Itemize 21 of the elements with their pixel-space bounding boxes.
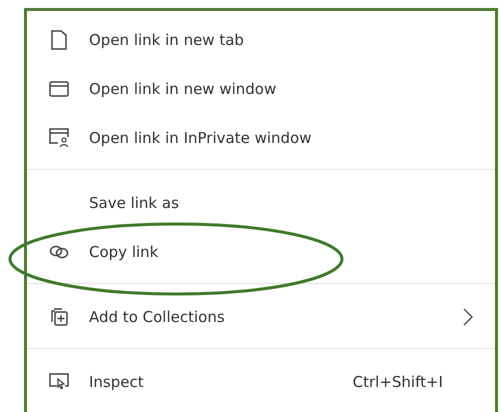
menu-item-label: Open link in InPrivate window: [89, 128, 312, 146]
menu-item[interactable]: Open link in InPrivate window: [27, 113, 495, 162]
inspect-icon: [49, 372, 69, 390]
menu-item[interactable]: Copy link: [27, 227, 495, 276]
menu-item-label: Inspect: [89, 372, 145, 390]
menu-item[interactable]: Open link in new window: [27, 64, 495, 113]
tab-page-icon: [51, 30, 67, 50]
shortcut-text: Ctrl+Shift+I: [352, 372, 443, 390]
link-icon: [49, 244, 69, 258]
menu-item[interactable]: Inspect Ctrl+Shift+I: [27, 357, 495, 406]
private-window-icon: [49, 128, 69, 148]
menu-item[interactable]: Save link as: [27, 178, 495, 227]
collections-icon: [49, 306, 69, 326]
menu-item-label: Copy link: [89, 242, 160, 260]
menu-item-label: Open link in new tab: [89, 30, 245, 48]
menu-item-label: Open link in new window: [89, 80, 278, 98]
menu-item[interactable]: Open link in new tab: [27, 15, 495, 64]
menu-item-label: Add to Collections: [89, 308, 226, 326]
window-icon: [49, 80, 69, 96]
menu-item[interactable]: Add to Collections: [27, 292, 495, 341]
menu-item-label: Save link as: [89, 194, 180, 212]
